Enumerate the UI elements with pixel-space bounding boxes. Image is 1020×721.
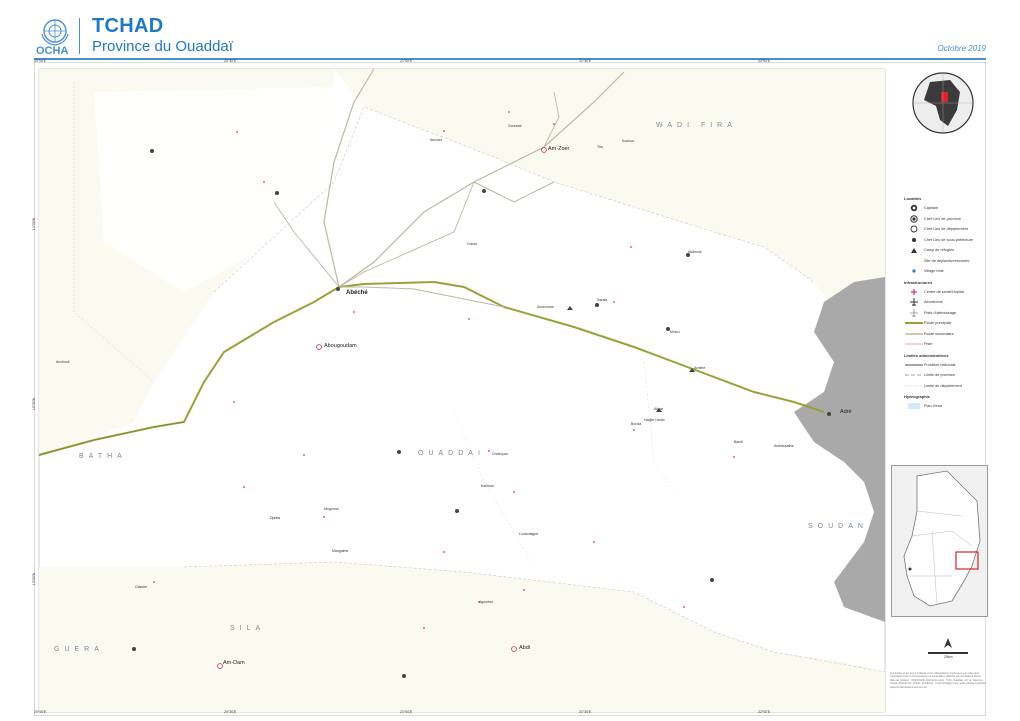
locality-label: Bandi [734, 440, 743, 444]
legend-row: Piste [905, 342, 933, 347]
inset-map [891, 465, 988, 617]
header-divider [79, 18, 80, 54]
legend-row: Village hôte [904, 266, 986, 277]
locality-label: Molou [670, 330, 680, 334]
legend-row: Aérodrome [904, 297, 986, 308]
locality-label: Ambassatna [774, 444, 794, 448]
map-frame[interactable]: 20°00'E 20°30'E 21°00'E 21°30'E 22°00'E … [32, 59, 987, 717]
locality-label: Borota [631, 422, 642, 426]
town-label: Abdi [519, 645, 531, 651]
legend-section-title: Infrastructures [904, 279, 933, 285]
locality-label: Mangalme [332, 549, 349, 553]
locality-label: Louboutigue [519, 532, 539, 536]
header: OCHA TCHAD Province du Ouaddaï Octobre 2… [0, 0, 1020, 62]
locator-globe-icon [912, 72, 974, 134]
legend-row: Limite de département [905, 383, 962, 388]
locality-label: Gourane [508, 124, 522, 128]
locality-label: Agourtoo [479, 600, 494, 604]
town-label: Abougoudam [324, 343, 357, 349]
locality-label: Amzoer [430, 138, 443, 142]
locality-label: Gassire [135, 585, 148, 589]
legend-row: Chef Lieu de province [904, 214, 986, 225]
settlement-markers [132, 111, 831, 678]
legend-row: Chef Lieu de sous-préfecture [904, 235, 986, 246]
legend-section-title: Hydrographie [904, 394, 931, 399]
scale-label: 25km [944, 655, 953, 659]
legend-row: Centre de santé/Hopital [904, 287, 986, 298]
map-date: Octobre 2019 [937, 44, 986, 53]
legend-row: Site de déplacés/retournés [924, 258, 970, 263]
locality-label: Amleiouna [537, 305, 554, 309]
header-rule [34, 58, 986, 60]
locality-label: Anchouli [56, 360, 70, 364]
town-label: Am-Zoer [548, 146, 570, 152]
scale-bar [928, 652, 968, 654]
locality-label: Abkar [654, 407, 664, 411]
legend-row: Plan d'eau [904, 401, 986, 412]
legend-row: Chef Lieu de département [904, 224, 986, 235]
locality-label: Tiro [597, 145, 603, 149]
map-legend: Localités Capitale Chef Lieu de province… [904, 193, 986, 412]
legend-row: Route principale [905, 321, 952, 326]
legend-row: Camp de réfugiés [904, 245, 986, 256]
locality-label: Karboss [481, 484, 494, 488]
ocha-logo-text: OCHA [36, 45, 69, 57]
town-label: Adré [840, 409, 852, 415]
legend-row: Route secondaire [905, 331, 954, 336]
legend-row: Piste d'atterrissage [904, 308, 986, 319]
locality-label: Chokoyan [492, 452, 508, 456]
legend-section-title: Limites administratives [904, 352, 949, 358]
locality-label: Hadjer Hadid [644, 418, 665, 422]
map-subtitle: Province du Ouaddaï [92, 38, 233, 55]
map-title: TCHAD [92, 15, 164, 37]
legend-row: Capitale [904, 203, 986, 214]
credits-text: Les limites et les noms indiqués et les … [890, 672, 986, 689]
locality-label: Djaata [270, 516, 281, 520]
legend-row: Frontière nationale [905, 362, 956, 367]
locality-label: Koukou [622, 139, 634, 143]
locality-label: Mogororo [324, 507, 339, 511]
legend-section-title: Localités [904, 196, 922, 201]
locality-label: Sarafa [597, 298, 608, 302]
legend-row: Limite de province [905, 373, 955, 378]
chad-outline [903, 470, 981, 607]
town-label: Am-Dam [223, 660, 245, 666]
locality-label: Gniour [467, 242, 478, 246]
locality-label: Mabrone [688, 250, 702, 254]
town-label: Abéché [346, 290, 368, 296]
locality-label: Ardebe [694, 366, 706, 370]
